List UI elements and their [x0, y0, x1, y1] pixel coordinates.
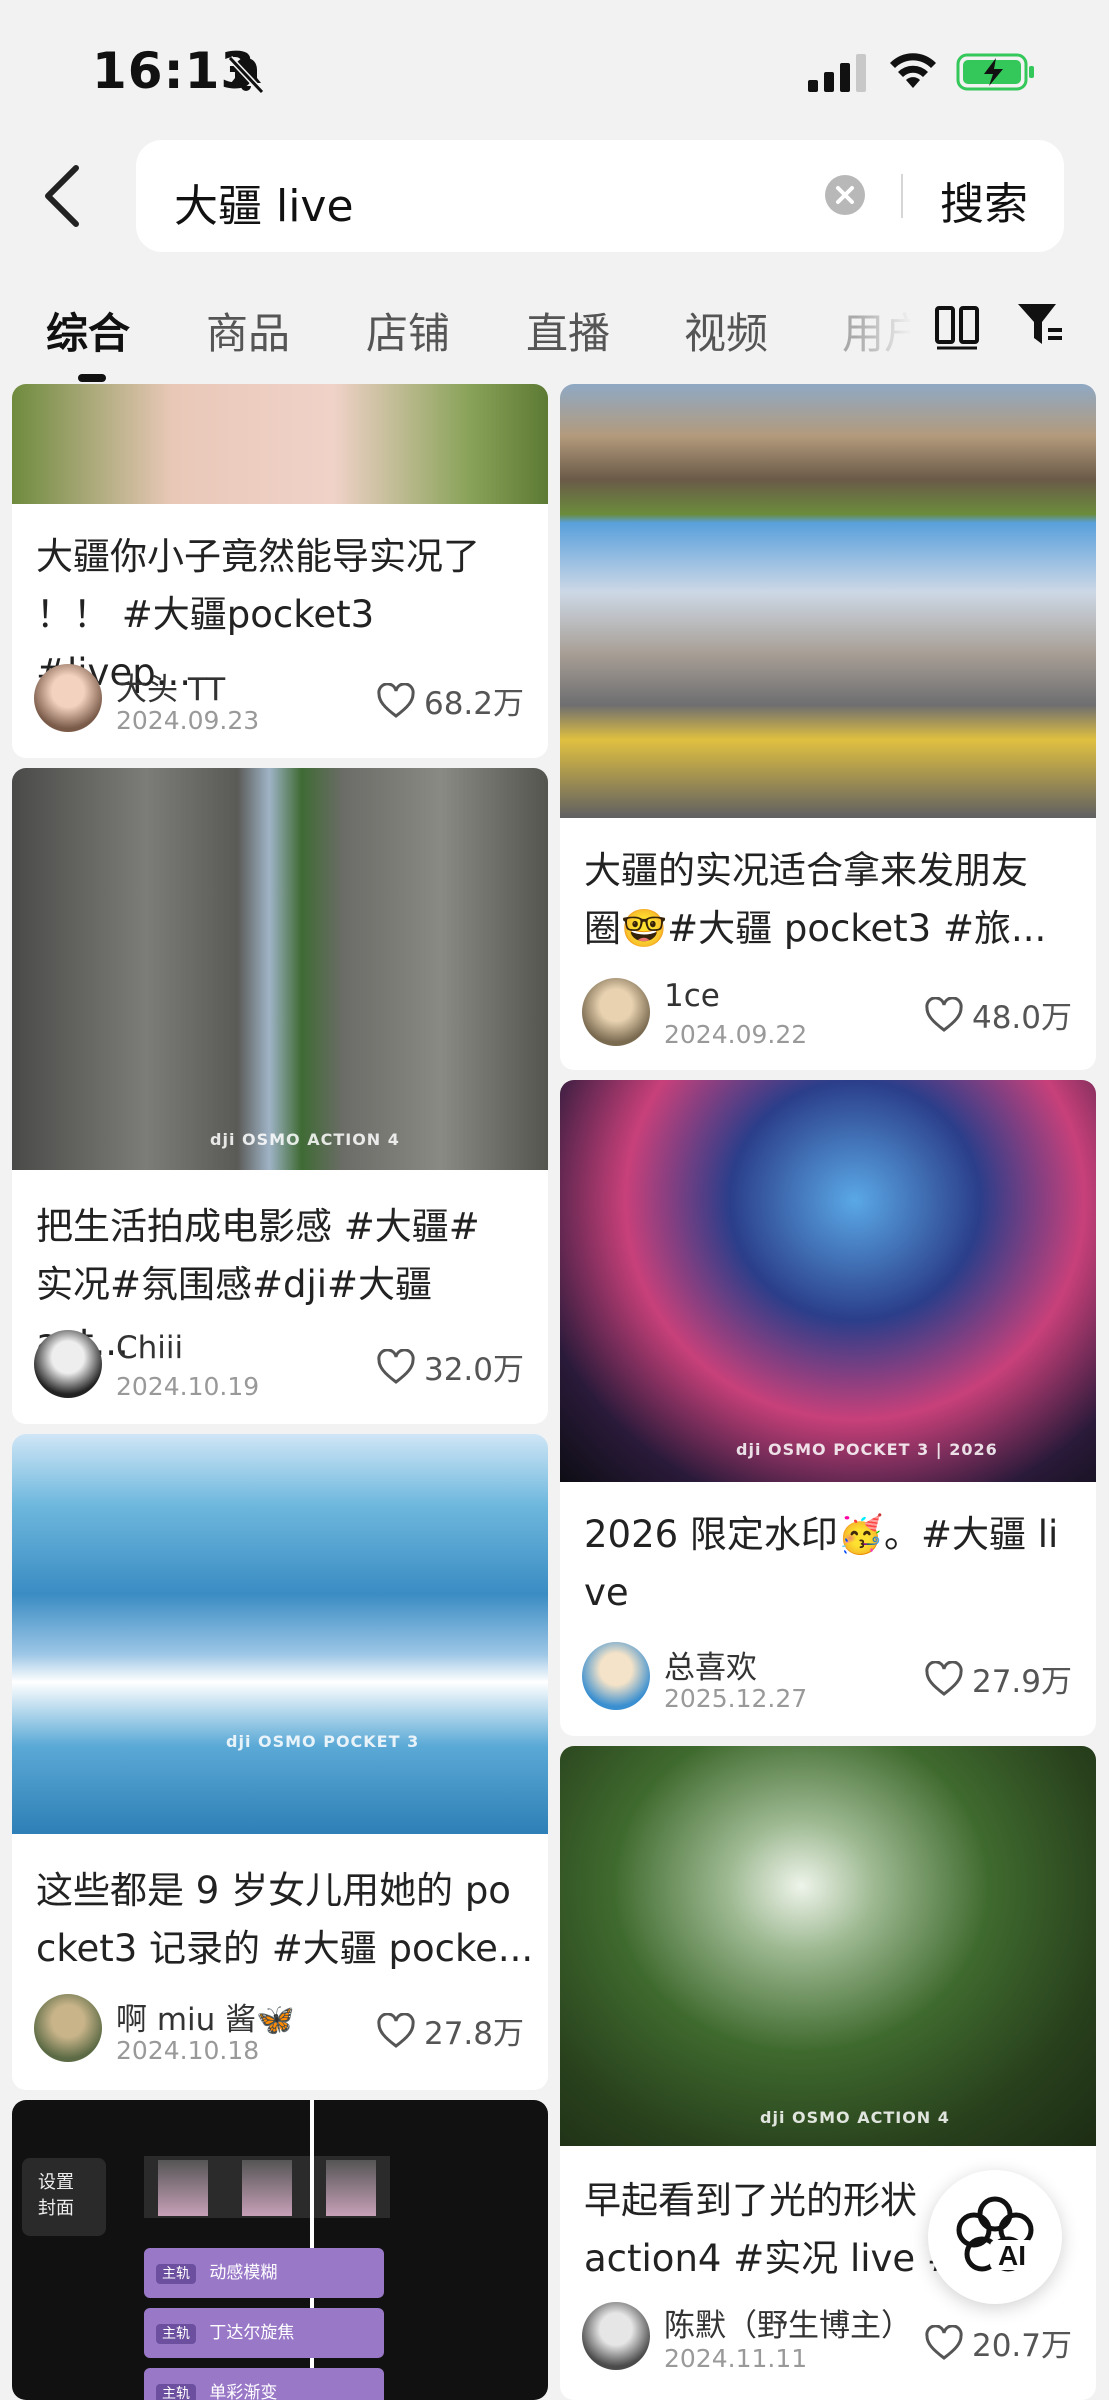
post-title: 2026 限定水印🥳。#大疆 li ve — [584, 1513, 1059, 1614]
like-count[interactable]: 68.2万 — [376, 678, 524, 723]
post-date: 2024.10.19 — [116, 1372, 260, 1401]
post-image[interactable]: dji OSMO POCKET 3 | 2026 — [560, 1080, 1096, 1482]
like-count[interactable]: 27.9万 — [924, 1656, 1072, 1701]
tab-shops[interactable]: 店铺 — [366, 300, 450, 361]
status-bar: 16:13 — [0, 0, 1109, 140]
like-count[interactable]: 20.7万 — [924, 2320, 1072, 2365]
post-card[interactable]: dji OSMO POCKET 3 | 2026 2026 限定水印🥳。#大疆 … — [560, 1080, 1096, 1736]
set-cover-button[interactable]: 设置 封面 — [22, 2158, 106, 2236]
author-name[interactable]: Chiii — [116, 1330, 183, 1366]
like-count[interactable]: 27.8万 — [376, 2008, 524, 2053]
heart-icon[interactable] — [924, 2324, 964, 2361]
watermark: dji OSMO ACTION 4 — [210, 1130, 400, 1149]
watermark: dji OSMO ACTION 4 — [760, 2108, 950, 2127]
heart-icon[interactable] — [376, 1348, 416, 1385]
post-title: 这些都是 9 岁女儿用她的 po cket3 记录的 #大疆 pocke... — [36, 1869, 534, 1970]
watermark: dji OSMO POCKET 3 | 2026 — [736, 1440, 998, 1459]
search-input[interactable]: 大疆 live — [174, 170, 354, 234]
avatar[interactable] — [34, 1330, 102, 1398]
tab-comprehensive[interactable]: 综合 — [46, 300, 130, 361]
author-name[interactable]: 总喜欢 — [664, 1642, 757, 1687]
heart-icon[interactable] — [376, 682, 416, 719]
svg-text:AI: AI — [998, 2240, 1026, 2271]
wifi-icon — [890, 53, 936, 88]
avatar[interactable] — [582, 2302, 650, 2370]
video-thumbnail-strip — [144, 2156, 390, 2218]
avatar[interactable] — [34, 664, 102, 732]
post-title: 大疆你小子竟然能导实况了！！ #大疆pocket3 #livep... — [36, 535, 480, 694]
search-box[interactable]: 大疆 live 搜索 — [136, 140, 1064, 252]
effect-track[interactable]: 主轨 单彩渐变 — [144, 2368, 384, 2400]
heart-icon[interactable] — [924, 1660, 964, 1697]
watermark: dji OSMO POCKET 3 — [226, 1732, 420, 1751]
like-count[interactable]: 32.0万 — [376, 1344, 524, 1389]
tab-products[interactable]: 商品 — [206, 300, 290, 361]
effect-track[interactable]: 主轨 丁达尔旋焦 — [144, 2308, 384, 2358]
author-name[interactable]: 1ce — [664, 978, 720, 1014]
search-button[interactable]: 搜索 — [940, 168, 1028, 232]
tab-live[interactable]: 直播 — [526, 300, 610, 361]
post-date: 2024.09.23 — [116, 706, 260, 735]
cellular-signal-icon — [808, 54, 866, 92]
filter-icon[interactable] — [1016, 300, 1064, 350]
avatar[interactable] — [582, 978, 650, 1046]
search-divider — [901, 174, 903, 218]
heart-icon[interactable] — [924, 996, 964, 1033]
ai-assistant-button[interactable]: AI — [928, 2170, 1062, 2304]
battery-charging-icon — [956, 53, 1034, 91]
post-title: 大疆的实况适合拿来发朋友 圈🤓#大疆 pocket3 #旅... — [584, 849, 1047, 950]
author-name[interactable]: 大头 TT — [116, 664, 225, 709]
post-image[interactable]: dji OSMO ACTION 4 — [560, 1746, 1096, 2146]
active-tab-indicator — [78, 374, 106, 382]
heart-icon[interactable] — [376, 2012, 416, 2049]
layout-toggle-icon[interactable] — [934, 304, 980, 350]
post-image[interactable] — [12, 384, 548, 504]
like-count[interactable]: 48.0万 — [924, 992, 1072, 1037]
post-date: 2025.12.27 — [664, 1684, 808, 1713]
post-date: 2024.10.18 — [116, 2036, 260, 2065]
post-card[interactable]: dji OSMO POCKET 3 这些都是 9 岁女儿用她的 po cket3 … — [12, 1434, 548, 2090]
clear-search-icon[interactable] — [824, 174, 866, 216]
bell-muted-icon — [227, 55, 265, 95]
post-card[interactable]: 设置 封面 主轨 动感模糊 主轨 丁达尔旋焦 主轨 单彩渐变 — [12, 2100, 548, 2400]
post-image[interactable]: dji OSMO POCKET 3 — [12, 1434, 548, 1834]
author-name[interactable]: 啊 miu 酱🦋 — [116, 1994, 295, 2039]
post-image[interactable] — [560, 384, 1096, 818]
back-icon[interactable] — [38, 160, 88, 232]
avatar[interactable] — [34, 1994, 102, 2062]
avatar[interactable] — [582, 1642, 650, 1710]
ai-flower-icon: AI — [956, 2196, 1034, 2272]
tab-videos[interactable]: 视频 — [684, 300, 768, 361]
post-card[interactable]: dji OSMO ACTION 4 把生活拍成电影感 #大疆# 实况#氛围感#dj… — [12, 768, 548, 1424]
post-image[interactable]: dji OSMO ACTION 4 — [12, 768, 548, 1170]
tab-users[interactable]: 用户 — [842, 300, 912, 361]
author-name[interactable]: 陈默（野生博主） — [664, 2300, 912, 2345]
post-date: 2024.09.22 — [664, 1020, 808, 1049]
post-date: 2024.11.11 — [664, 2344, 808, 2373]
post-card[interactable]: 大疆的实况适合拿来发朋友 圈🤓#大疆 pocket3 #旅... 1ce 2024… — [560, 384, 1096, 1070]
post-card[interactable]: 大疆你小子竟然能导实况了！！ #大疆pocket3 #livep... 大头 T… — [12, 384, 548, 758]
effect-track[interactable]: 主轨 动感模糊 — [144, 2248, 384, 2298]
